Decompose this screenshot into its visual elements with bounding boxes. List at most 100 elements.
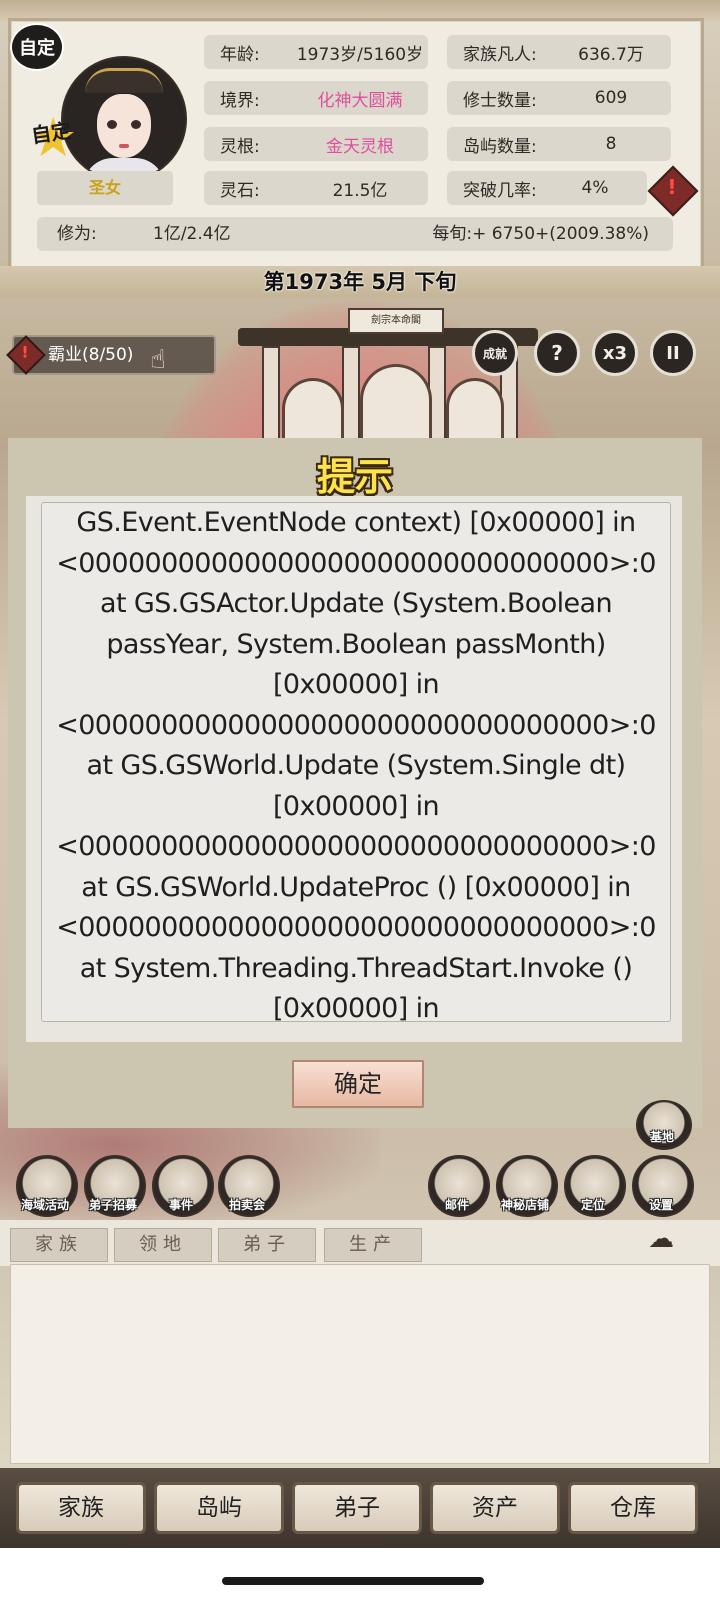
message-line: [0x00000] in bbox=[272, 790, 440, 822]
dialog-body: GS.Event.EventNode context) [0x00000] in… bbox=[26, 496, 682, 1042]
gate-arch bbox=[282, 378, 344, 441]
mortals-field: 家族凡人: 636.7万 bbox=[447, 35, 671, 69]
character-portrait bbox=[61, 56, 187, 182]
base-label: 基地 bbox=[649, 1130, 674, 1144]
gate-pillar bbox=[342, 346, 360, 442]
age-value: 1973岁/5160岁 bbox=[296, 44, 424, 65]
realm-value: 化神大圆满 bbox=[317, 90, 403, 111]
spirit-stone-field: 灵石: 21.5亿 bbox=[204, 171, 428, 205]
home-indicator[interactable] bbox=[222, 1577, 484, 1585]
speed-x3-icon[interactable]: x3 bbox=[592, 330, 638, 376]
message-line: <00000000000000000000000000000000>:0 bbox=[56, 709, 656, 741]
settings-label: 设置 bbox=[648, 1198, 673, 1212]
breakthrough-value: 4% bbox=[581, 178, 609, 198]
custom-badge[interactable]: 自定 bbox=[10, 23, 64, 71]
speed-label: x3 bbox=[602, 342, 628, 364]
recruit-disciple-label: 弟子招募 bbox=[88, 1198, 137, 1212]
mystery-shop-label: 神秘店铺 bbox=[500, 1198, 549, 1212]
alert-dialog: 提示 GS.Event.EventNode context) [0x00000]… bbox=[8, 438, 702, 1128]
per-period-gain: 每旬:+ 6750+(2009.38%) bbox=[432, 224, 649, 244]
tab-disciples[interactable]: 弟子 bbox=[218, 1228, 316, 1262]
pointing-hand-icon: ☝ bbox=[150, 345, 166, 375]
info-panel bbox=[10, 1264, 710, 1464]
date-display: 第1973年 5月 下旬 bbox=[0, 266, 720, 298]
cultivators-field: 修士数量: 609 bbox=[447, 81, 671, 115]
pause-glyph: II bbox=[666, 342, 680, 364]
age-field: 年龄: 1973岁/5160岁 bbox=[204, 35, 428, 69]
title-field: 圣女 bbox=[37, 171, 173, 205]
cultivation-value: 1亿/2.4亿 bbox=[153, 224, 231, 244]
error-message-box[interactable]: GS.Event.EventNode context) [0x00000] in… bbox=[41, 502, 671, 1022]
nav-family[interactable]: 家族 bbox=[16, 1482, 146, 1534]
events-label: 事件 bbox=[168, 1198, 193, 1212]
mortals-label: 家族凡人: bbox=[463, 44, 537, 65]
eye bbox=[107, 120, 117, 129]
islands-field: 岛屿数量: 8 bbox=[447, 127, 671, 161]
avatar[interactable] bbox=[61, 56, 187, 182]
nav-warehouse[interactable]: 仓库 bbox=[568, 1482, 698, 1534]
realm-label: 境界: bbox=[220, 90, 260, 111]
cultivators-value: 609 bbox=[594, 88, 628, 108]
cultivation-row: 修为: 1亿/2.4亿 每旬:+ 6750+(2009.38%) bbox=[37, 217, 673, 251]
nav-islands[interactable]: 岛屿 bbox=[154, 1482, 284, 1534]
tab-production[interactable]: 生产 bbox=[324, 1228, 422, 1262]
nav-disciples[interactable]: 弟子 bbox=[292, 1482, 422, 1534]
help-icon[interactable]: ? bbox=[534, 330, 580, 376]
cultivators-label: 修士数量: bbox=[463, 90, 537, 111]
tab-territory[interactable]: 领地 bbox=[114, 1228, 212, 1262]
message-line: [0x00000] in bbox=[272, 669, 440, 700]
face bbox=[97, 94, 151, 158]
cultivation-label: 修为: bbox=[57, 224, 97, 244]
tab-family[interactable]: 家族 bbox=[10, 1228, 108, 1262]
spirit-root-label: 灵根: bbox=[220, 136, 260, 157]
confirm-button[interactable]: 确定 bbox=[292, 1060, 424, 1108]
islands-value: 8 bbox=[605, 134, 617, 154]
mortals-value: 636.7万 bbox=[578, 44, 644, 65]
hegemony-progress-button[interactable]: ! 霸业(8/50) bbox=[6, 335, 216, 375]
eye bbox=[131, 120, 141, 129]
breakthrough-warning-icon[interactable]: ! bbox=[647, 165, 699, 217]
spirit-root-value: 金天灵根 bbox=[326, 136, 394, 157]
achievement-label: 成就 bbox=[482, 346, 507, 361]
gate-arch bbox=[446, 378, 504, 441]
lips bbox=[119, 144, 129, 148]
auction-label: 拍卖会 bbox=[228, 1198, 265, 1212]
message-line: at System.Threading.ThreadStart.Invoke (… bbox=[79, 952, 633, 984]
hair-ornament bbox=[85, 68, 163, 93]
status-panel: 自定 ★ 自定 圣女 年龄: 1973岁/5160岁 境界: 化神大圆满 灵根:… bbox=[8, 18, 704, 272]
cloud-ornament-icon[interactable]: ☁ bbox=[648, 1224, 674, 1254]
message-line: [0x00000] in bbox=[272, 993, 440, 1022]
system-bar bbox=[0, 1548, 720, 1600]
breakthrough-field: 突破几率: 4% bbox=[447, 171, 647, 205]
bottom-navigation: 家族 岛屿 弟子 资产 仓库 bbox=[0, 1468, 720, 1548]
spirit-root-field: 灵根: 金天灵根 bbox=[204, 127, 428, 161]
message-line: <00000000000000000000000000000000>:0 bbox=[56, 547, 656, 579]
gate-sign: 劍宗本命閣 bbox=[348, 308, 444, 334]
locate-label: 定位 bbox=[580, 1198, 605, 1212]
star-badge-text: 自定 bbox=[29, 118, 73, 148]
realm-field: 境界: 化神大圆满 bbox=[204, 81, 428, 115]
message-line: <00000000000000000000000000000000>:0 bbox=[56, 831, 656, 862]
age-label: 年龄: bbox=[220, 44, 260, 65]
breakthrough-label: 突破几率: bbox=[463, 180, 537, 201]
message-line: <00000000000000000000000000000000>:0 bbox=[56, 912, 656, 943]
message-line: GS.Event.EventNode context) [0x00000] in bbox=[76, 507, 636, 538]
spirit-stone-value: 21.5亿 bbox=[332, 180, 388, 201]
help-glyph: ? bbox=[551, 341, 563, 365]
gate-pillar bbox=[262, 346, 280, 442]
pause-icon[interactable]: II bbox=[650, 330, 696, 376]
message-line: passYear, System.Boolean passMonth) bbox=[106, 628, 606, 660]
message-line: at GS.GSWorld.Update (System.Single dt) bbox=[86, 750, 627, 781]
mail-label: 邮件 bbox=[444, 1198, 469, 1212]
gate-arch bbox=[360, 364, 432, 441]
message-line: at GS.GSWorld.UpdateProc () [0x00000] in bbox=[81, 871, 631, 903]
nav-assets[interactable]: 资产 bbox=[430, 1482, 560, 1534]
sea-activity-label: 海域活动 bbox=[20, 1198, 69, 1212]
islands-label: 岛屿数量: bbox=[463, 136, 537, 157]
hegemony-warning-icon: ! bbox=[6, 335, 46, 375]
message-line: at GS.GSActor.Update (System.Boolean bbox=[100, 588, 613, 619]
achievement-icon[interactable]: 成就 bbox=[472, 330, 518, 376]
dialog-title: 提示 bbox=[316, 454, 393, 499]
hegemony-label: 霸业(8/50) bbox=[48, 345, 134, 365]
info-tabs: 家族 领地 弟子 生产 ☁ bbox=[0, 1220, 720, 1266]
